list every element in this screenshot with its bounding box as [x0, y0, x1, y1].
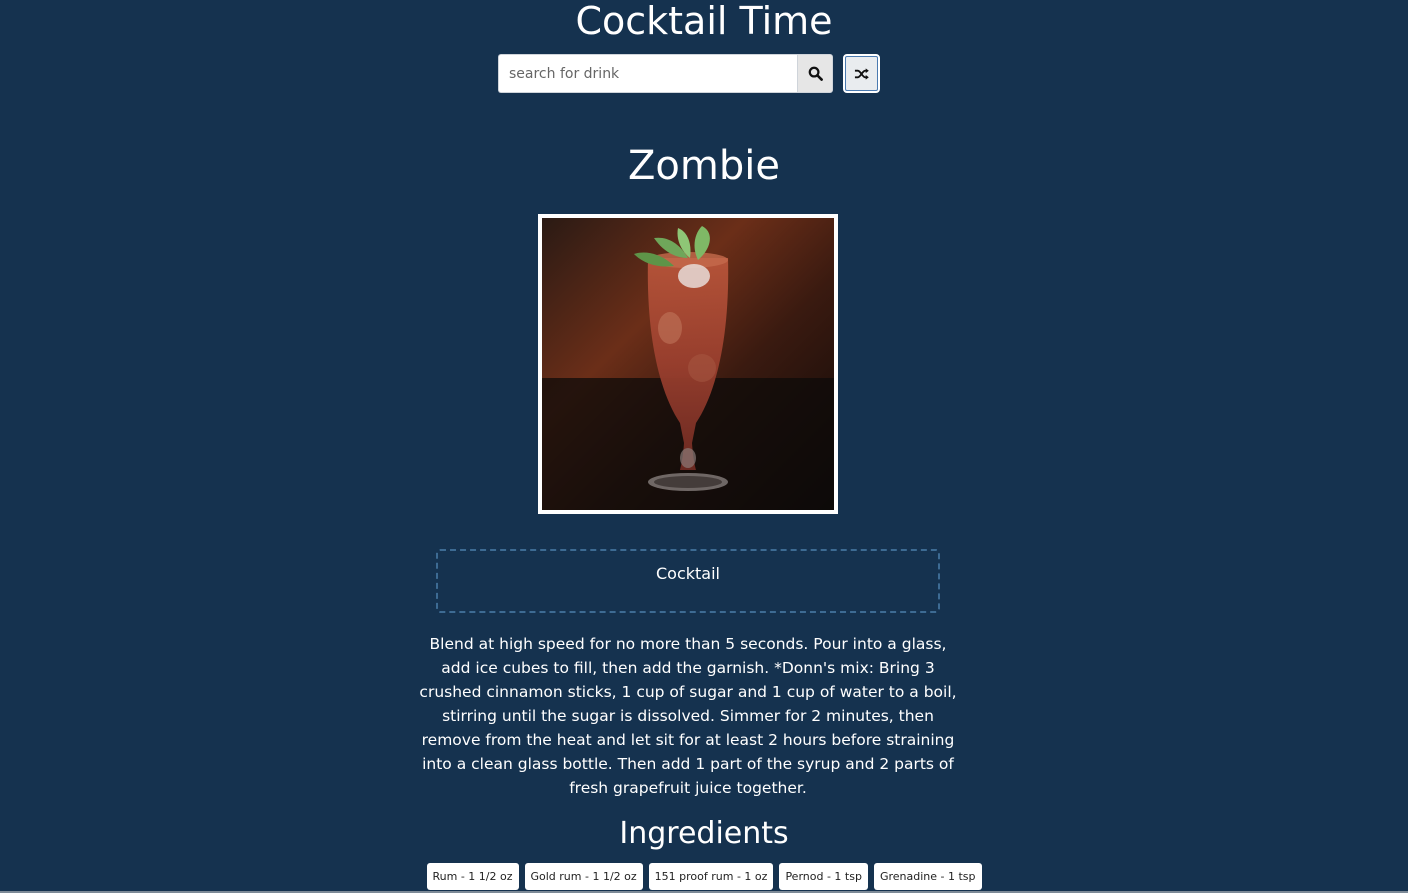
search-input[interactable] [498, 54, 797, 93]
ingredient-item[interactable]: Grenadine - 1 tsp [873, 863, 982, 890]
search-icon [808, 66, 823, 81]
drink-instructions: Blend at high speed for no more than 5 s… [419, 635, 957, 797]
ingredient-item[interactable]: Pernod - 1 tsp [779, 863, 868, 890]
shuffle-icon [854, 67, 869, 80]
ingredients-heading: Ingredients [619, 816, 789, 851]
ingredient-item[interactable]: 151 proof rum - 1 oz [648, 863, 774, 890]
ingredient-item[interactable]: Rum - 1 1/2 oz [426, 863, 519, 890]
drink-name: Zombie [628, 143, 780, 189]
search-bar [498, 54, 880, 93]
drink-category: Cocktail [436, 549, 940, 613]
app-title: Cocktail Time [575, 0, 833, 43]
drink-image [538, 214, 838, 514]
ingredients-list: Rum - 1 1/2 oz Gold rum - 1 1/2 oz 151 p… [0, 863, 1408, 890]
random-drink-button[interactable] [843, 54, 880, 93]
search-button[interactable] [797, 54, 833, 93]
ingredient-item[interactable]: Gold rum - 1 1/2 oz [524, 863, 643, 890]
category-label: Cocktail [656, 564, 720, 583]
